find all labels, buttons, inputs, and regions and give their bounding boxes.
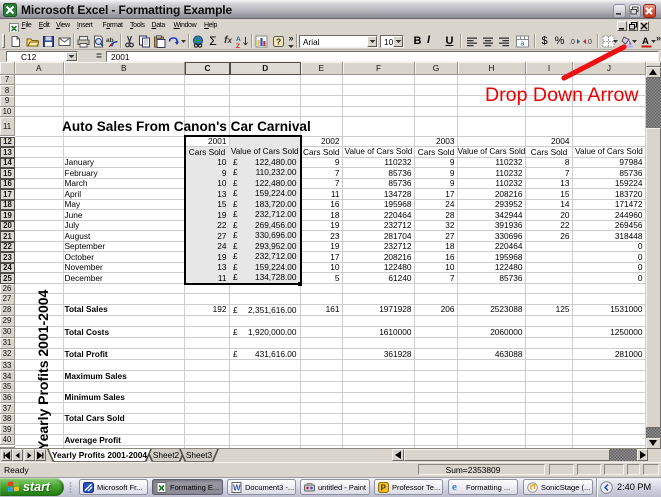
svg-text:P: P — [381, 483, 387, 492]
svg-text:W: W — [233, 483, 241, 492]
